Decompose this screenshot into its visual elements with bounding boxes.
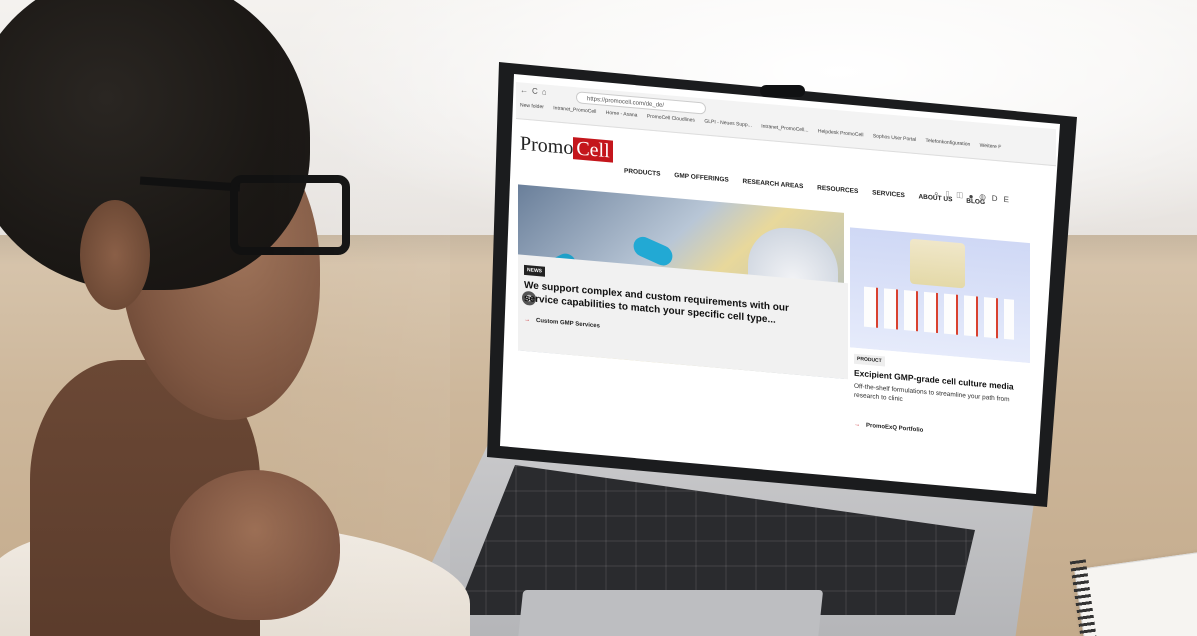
product-image[interactable] <box>850 227 1030 364</box>
bookmark-item[interactable]: New folder <box>520 102 544 110</box>
site-logo[interactable]: Promo Cell <box>520 133 613 164</box>
bookmark-item[interactable]: Intranet_PromoCell... <box>761 123 808 133</box>
arrow-right-icon: → <box>524 316 530 324</box>
document-icon[interactable]: ▯ <box>944 190 956 200</box>
photo-scene: ←C⌂ https://promocell.com/de_de/ New fol… <box>0 0 1197 636</box>
bookmark-item[interactable]: Telefonkonfiguration <box>926 138 971 148</box>
language-label[interactable]: DE <box>992 194 1015 205</box>
media-bottles <box>864 286 1014 340</box>
depth-blur <box>0 0 450 636</box>
arrow-right-icon: → <box>854 421 860 429</box>
search-icon[interactable]: ⌕ <box>934 189 944 199</box>
logo-highlight: Cell <box>573 137 613 163</box>
bookmark-item[interactable]: Sophos User Portal <box>873 133 916 143</box>
menu-item-services[interactable]: SERVICES <box>872 189 905 199</box>
product-link-label: PromoExQ Portfolio <box>866 422 924 434</box>
person-foreground <box>0 0 470 636</box>
menu-item-resources[interactable]: RESOURCES <box>817 185 858 196</box>
media-bag <box>910 238 965 289</box>
product-badge: PRODUCT <box>854 353 885 367</box>
user-icon[interactable]: ● <box>969 192 980 202</box>
product-card[interactable]: PRODUCT Excipient GMP-grade cell culture… <box>850 347 1030 464</box>
bookmark-item[interactable]: Intranet_PromoCell <box>553 105 596 115</box>
bookmark-item[interactable]: Weitere F <box>980 143 1002 151</box>
news-link-label: Custom GMP Services <box>536 317 600 330</box>
globe-icon[interactable]: ◍ <box>980 193 992 203</box>
blue-glove-right <box>630 233 676 269</box>
bookmark-item[interactable]: GLPI - Neues Supp... <box>704 118 752 128</box>
menu-item-products[interactable]: PRODUCTS <box>624 168 660 178</box>
bookmark-item[interactable]: Home - Asana <box>606 110 638 119</box>
promocell-site: Promo Cell PRODUCTS GMP OFFERINGS RESEARC… <box>514 126 1059 494</box>
menu-item-research-areas[interactable]: RESEARCH AREAS <box>743 178 804 190</box>
menu-item-gmp-offerings[interactable]: GMP OFFERINGS <box>674 172 728 184</box>
product-link[interactable]: → PromoExQ Portfolio <box>854 422 923 434</box>
bookmark-item[interactable]: Helpdesk PromoCell <box>818 128 864 138</box>
news-link[interactable]: → Custom GMP Services <box>524 317 600 330</box>
logo-text: Promo <box>520 132 574 160</box>
webcam-notch <box>760 85 805 97</box>
browser-nav-icons[interactable]: ←C⌂ <box>520 85 551 97</box>
laptop-screen: ←C⌂ https://promocell.com/de_de/ New fol… <box>500 74 1060 494</box>
cart-icon[interactable]: ◫ <box>957 191 969 201</box>
laptop-trackpad <box>516 590 824 636</box>
bookmark-item[interactable]: PromoCell Cloudlines <box>647 113 695 123</box>
website-view: ←C⌂ https://promocell.com/de_de/ New fol… <box>500 74 1060 494</box>
news-badge: NEWS <box>524 264 545 277</box>
